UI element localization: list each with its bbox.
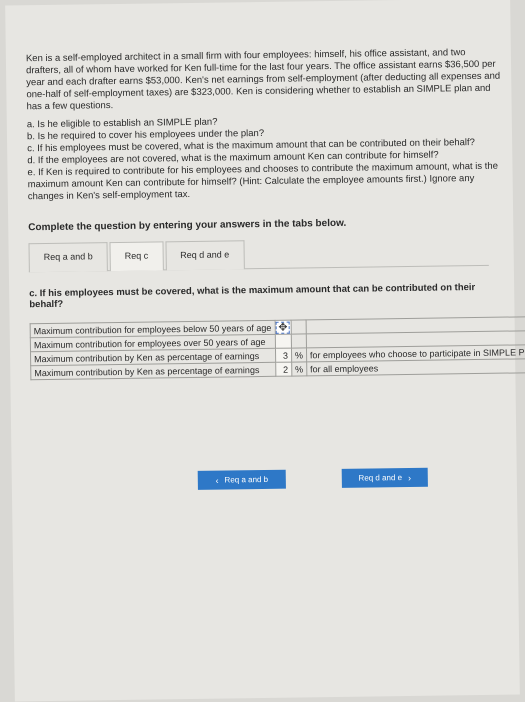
row-note: for all employees (306, 358, 525, 376)
question-e: e. If Ken is required to contribute for … (27, 160, 499, 203)
answer-input-under-50[interactable]: ✥ (274, 320, 292, 335)
problem-statement: Ken is a self-employed architect in a sm… (26, 47, 503, 204)
next-tab-button[interactable]: Req d and e › (341, 467, 428, 488)
answer-tabs: Req a and b Req c Req d and e (28, 236, 489, 273)
chevron-right-icon: › (408, 472, 412, 483)
row-label: Maximum contribution by Ken as percentag… (30, 362, 276, 380)
chevron-left-icon: ‹ (215, 475, 219, 486)
move-cursor-icon: ✥ (278, 321, 288, 334)
answer-input-over-50[interactable] (274, 334, 292, 349)
tab-req-c[interactable]: Req c (109, 241, 164, 272)
row-unit: % (291, 347, 307, 363)
tab-req-d-and-e[interactable]: Req d and e (165, 240, 245, 271)
tab-question-heading: c. If his employees must be covered, wha… (29, 282, 476, 311)
row-unit (291, 333, 307, 349)
answer-input-nonelective-percent[interactable]: 2 (275, 362, 292, 377)
answer-input-match-percent[interactable]: 3 (275, 348, 292, 363)
answer-table: Maximum contribution for employees below… (30, 316, 525, 380)
instruction-text: Complete the question by entering your a… (28, 217, 347, 234)
assignment-page: Ken is a self-employed architect in a sm… (5, 0, 525, 702)
tab-req-a-and-b[interactable]: Req a and b (28, 242, 108, 273)
question-list: a. Is he eligible to establish an SIMPLE… (27, 113, 503, 204)
prev-tab-label: Req a and b (224, 474, 269, 485)
problem-intro: Ken is a self-employed architect in a sm… (25, 47, 501, 113)
next-tab-label: Req d and e (358, 473, 403, 483)
row-unit (290, 319, 307, 335)
prev-tab-button[interactable]: ‹ Req a and b (197, 469, 286, 490)
row-unit: % (291, 361, 307, 377)
